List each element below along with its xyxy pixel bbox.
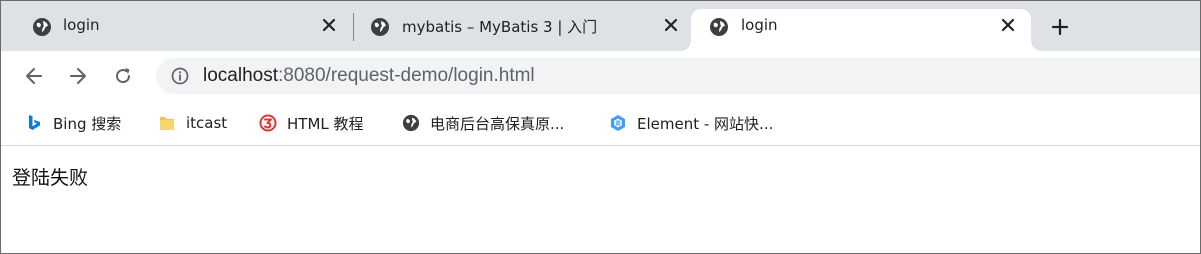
close-icon[interactable]: [317, 13, 341, 37]
forward-button[interactable]: [65, 63, 91, 89]
arrow-right-icon: [70, 68, 86, 84]
element-icon: [611, 115, 625, 131]
bookmark-itcast[interactable]: itcast: [158, 110, 227, 136]
tab-login-1[interactable]: login: [17, 9, 353, 51]
bookmark-label: Bing 搜索: [53, 114, 122, 133]
reload-button[interactable]: [110, 63, 136, 89]
bing-icon: [29, 115, 40, 130]
bookmarks-bar: Bing 搜索 itcast HTML 教程 电商后台高保真原... Eleme…: [1, 101, 1200, 146]
url-text[interactable]: localhost:8080/request-demo/login.html: [203, 65, 535, 87]
arrow-left-icon: [26, 68, 42, 84]
bookmark-label: Element - 网站快...: [637, 114, 774, 133]
new-tab-button[interactable]: [1046, 13, 1074, 41]
tab-title: mybatis – MyBatis 3 | 入门: [402, 18, 598, 36]
bookmark-ecommerce[interactable]: 电商后台高保真原...: [402, 110, 564, 136]
plus-icon: [1051, 18, 1069, 36]
tab-title: login: [741, 16, 778, 34]
folder-icon: [160, 117, 174, 130]
globe-icon: [33, 18, 51, 36]
tab-mybatis[interactable]: mybatis – MyBatis 3 | 入门: [355, 9, 691, 51]
close-icon[interactable]: [996, 13, 1020, 37]
globe-icon: [371, 18, 389, 36]
close-icon[interactable]: [659, 13, 683, 37]
page-content: 登陆失败: [1, 147, 1200, 253]
bookmark-element[interactable]: Element - 网站快...: [609, 110, 773, 136]
bookmark-html-tutorial[interactable]: HTML 教程: [259, 110, 364, 136]
address-bar[interactable]: localhost:8080/request-demo/login.html: [156, 58, 1200, 94]
url-host: localhost: [203, 65, 278, 86]
runoob-icon: [259, 114, 277, 132]
globe-icon: [710, 18, 728, 36]
tab-strip: login mybatis – MyBatis 3 | 入门 login: [1, 1, 1200, 51]
info-icon[interactable]: [170, 66, 190, 86]
bookmark-label: itcast: [186, 114, 228, 132]
tab-separator: [353, 13, 354, 41]
tab-login-active[interactable]: login: [681, 9, 1041, 51]
toolbar: localhost:8080/request-demo/login.html: [1, 51, 1200, 101]
bookmark-bing[interactable]: Bing 搜索: [25, 110, 121, 136]
reload-icon: [116, 68, 131, 84]
bookmark-label: HTML 教程: [287, 114, 364, 133]
back-button[interactable]: [21, 63, 47, 89]
login-failed-message: 登陆失败: [12, 167, 89, 189]
bookmark-label: 电商后台高保真原...: [430, 114, 565, 133]
globe-icon: [402, 114, 420, 132]
url-path: :8080/request-demo/login.html: [278, 65, 535, 86]
tab-title: login: [63, 16, 100, 34]
